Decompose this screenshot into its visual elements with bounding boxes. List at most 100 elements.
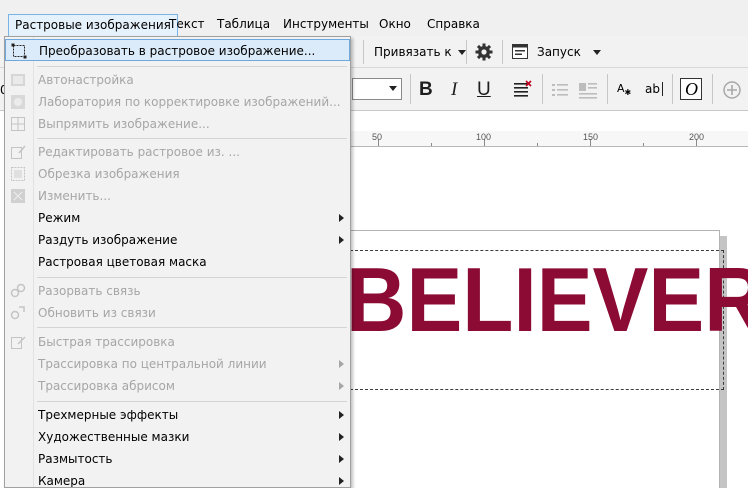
font-size-dropdown[interactable] — [385, 79, 401, 99]
menu-separator — [37, 138, 347, 139]
toolbar-separator — [607, 74, 608, 104]
menu-text[interactable]: Текст — [163, 14, 211, 36]
toolbar-separator — [363, 40, 364, 64]
horizontal-ruler[interactable]: 50 100 150 200 — [350, 131, 748, 147]
menu-item-blur[interactable]: Размытость — [5, 448, 350, 470]
menu-item-label: Раздуть изображение — [38, 233, 178, 247]
quick-trace-icon — [10, 334, 26, 350]
bold-button[interactable]: B — [419, 80, 433, 100]
menu-item-inflate-bitmap[interactable]: Раздуть изображение — [5, 229, 350, 251]
menu-item-mode[interactable]: Режим — [5, 207, 350, 229]
add-plus-icon[interactable] — [722, 80, 742, 100]
bullet-list-icon — [551, 80, 569, 100]
break-link-icon — [10, 283, 26, 299]
menu-table[interactable]: Таблица — [211, 14, 276, 36]
menu-item-label: Обрезка изображения — [38, 167, 180, 181]
auto-adjust-icon — [10, 72, 26, 88]
update-link-icon — [10, 305, 26, 321]
menu-item-quick-trace[interactable]: Быстрая трассировка — [5, 331, 350, 353]
menu-item-label: Редактировать растровое из. ... — [38, 145, 240, 159]
toolbar-separator — [542, 74, 543, 104]
menu-separator — [37, 327, 347, 328]
submenu-arrow-icon — [339, 433, 344, 441]
menu-item-label: Размытость — [38, 452, 113, 466]
menu-item-outline-trace[interactable]: Трассировка абрисом — [5, 375, 350, 397]
menu-separator — [37, 277, 347, 278]
launch-label: Запуск — [537, 45, 581, 59]
menu-item-auto-adjust[interactable]: Автонастройка — [5, 69, 350, 91]
menu-item-image-adjustment-lab[interactable]: Лаборатория по корректировке изображений… — [5, 91, 350, 113]
italic-button[interactable]: I — [451, 80, 457, 100]
submenu-arrow-icon — [339, 455, 344, 463]
text-frame-button[interactable]: O — [680, 78, 702, 100]
menu-item-straighten-image[interactable]: Выпрямить изображение... — [5, 113, 350, 135]
launch-button[interactable]: Запуск — [537, 44, 601, 60]
menu-item-break-link[interactable]: Разорвать связь — [5, 280, 350, 302]
chevron-down-icon — [389, 86, 397, 91]
menu-item-label: Быстрая трассировка — [38, 335, 175, 349]
toolbar-separator — [672, 74, 673, 104]
menu-item-centerline-trace[interactable]: Трассировка по центральной линии — [5, 353, 350, 375]
menu-item-label: Режим — [38, 211, 81, 225]
menu-item-label: Обновить из связи — [38, 306, 156, 320]
menu-separator — [37, 66, 347, 67]
options-gear-icon[interactable] — [475, 43, 493, 61]
submenu-arrow-icon — [339, 214, 344, 222]
menu-item-label: Трехмерные эффекты — [38, 408, 179, 422]
menu-item-bitmap-color-mask[interactable]: Растровая цветовая маска — [5, 251, 350, 273]
character-formatting-glyph: A — [617, 82, 625, 95]
launch-app-icon — [512, 44, 528, 59]
submenu-arrow-icon — [339, 360, 344, 368]
character-formatting-button[interactable]: A✱ — [617, 81, 631, 101]
menu-item-label: Разорвать связь — [38, 284, 141, 298]
text-cursor-icon — [661, 82, 667, 96]
ruler-label-50: 50 — [372, 132, 383, 142]
menu-window[interactable]: Окно — [373, 14, 417, 36]
crop-bitmap-icon — [10, 166, 26, 182]
menu-bar: Растровые изображения Текст Таблица Инст… — [0, 0, 748, 36]
text-edit-glyph: ab — [645, 82, 660, 96]
menu-item-convert-to-bitmap[interactable]: Преобразовать в растровое изображение... — [5, 39, 350, 61]
menu-help[interactable]: Справка — [421, 14, 486, 36]
text-align-icon[interactable] — [513, 80, 533, 100]
ruler-label-150: 150 — [583, 132, 599, 142]
menu-item-label: Трассировка абрисом — [38, 379, 175, 393]
menu-item-label: Трассировка по центральной линии — [38, 357, 267, 371]
menu-item-art-strokes[interactable]: Художественные мазки — [5, 426, 350, 448]
bitmaps-dropdown-menu: Преобразовать в растровое изображение...… — [4, 36, 351, 488]
menu-item-camera[interactable]: Камера — [5, 470, 350, 488]
menu-item-edit-bitmap[interactable]: Редактировать растровое из. ... — [5, 141, 350, 163]
artwork-text-believer[interactable]: BELIEVER — [346, 254, 748, 348]
drop-cap-icon — [578, 80, 598, 100]
chevron-down-icon — [457, 50, 466, 55]
menu-item-resample[interactable]: Изменить... — [5, 185, 350, 207]
toolbar-separator — [502, 40, 503, 64]
menu-item-crop-bitmap[interactable]: Обрезка изображения — [5, 163, 350, 185]
ruler-label-200: 200 — [689, 132, 705, 142]
menu-item-label: Художественные мазки — [38, 430, 190, 444]
convert-to-bitmap-icon — [11, 43, 27, 59]
menu-item-label: Автонастройка — [38, 73, 134, 87]
chevron-down-icon — [592, 50, 601, 55]
submenu-arrow-icon — [339, 236, 344, 244]
submenu-arrow-icon — [339, 382, 344, 390]
resample-icon — [10, 188, 26, 204]
image-adjustment-lab-icon — [10, 94, 26, 110]
straighten-image-icon — [10, 116, 26, 132]
menu-tools[interactable]: Инструменты — [277, 14, 375, 36]
ruler-minor-tick — [431, 143, 432, 146]
ruler-label-100: 100 — [476, 132, 492, 142]
menu-item-update-from-link[interactable]: Обновить из связи — [5, 302, 350, 324]
menu-item-label: Камера — [38, 474, 86, 488]
submenu-arrow-icon — [339, 411, 344, 419]
toolbar-separator — [712, 74, 713, 104]
text-edit-button[interactable]: ab — [645, 81, 667, 97]
text-frame-glyph: O — [685, 79, 698, 99]
toolbar-separator — [466, 40, 467, 64]
underline-button[interactable]: U — [477, 80, 491, 100]
menu-separator — [37, 401, 347, 402]
toolbar-separator — [410, 74, 411, 104]
snap-to-button[interactable]: Привязать к — [374, 44, 466, 60]
menu-item-3d-effects[interactable]: Трехмерные эффекты — [5, 404, 350, 426]
menu-bitmaps[interactable]: Растровые изображения — [8, 14, 178, 36]
